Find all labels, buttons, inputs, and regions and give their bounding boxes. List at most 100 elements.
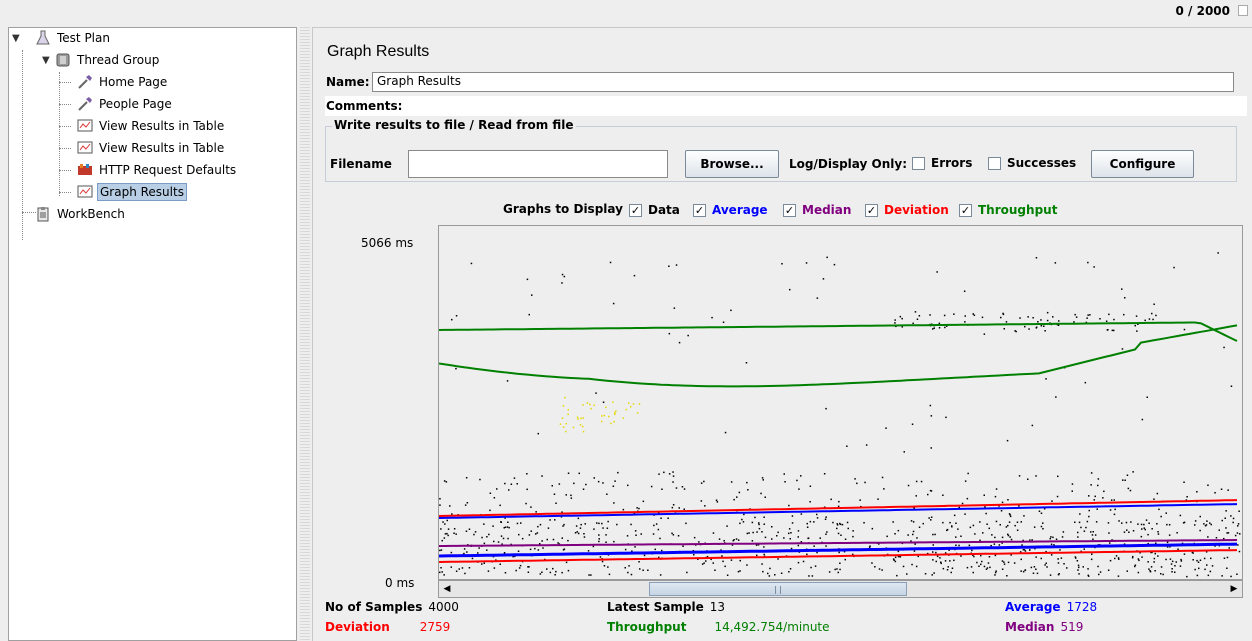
data-point <box>598 522 600 525</box>
data-point <box>961 502 964 505</box>
data-point <box>1001 536 1004 539</box>
data-point <box>1125 521 1128 524</box>
data-point <box>455 570 458 572</box>
stat-deviation: Deviation 2759 <box>325 620 450 634</box>
data-point <box>1074 313 1076 316</box>
data-point <box>946 529 948 532</box>
data-point <box>500 535 503 537</box>
data-point <box>1165 558 1167 561</box>
data-point <box>834 568 836 571</box>
data-point <box>1137 523 1139 525</box>
scroll-left-icon[interactable]: ◀ <box>440 582 454 596</box>
data-point <box>991 534 993 536</box>
name-field[interactable]: Graph Results <box>372 72 1234 92</box>
scroll-right-icon[interactable]: ▶ <box>1227 582 1241 596</box>
data-point <box>764 496 766 498</box>
filename-input[interactable] <box>408 150 668 178</box>
tree-item-home-page[interactable]: Home Page <box>77 72 169 92</box>
comments-field[interactable] <box>325 96 1247 116</box>
data-point <box>917 555 919 558</box>
tree-item-view-results-table-2[interactable]: View Results in Table <box>77 138 226 158</box>
data-point <box>911 423 914 425</box>
data-point <box>559 423 562 425</box>
successes-checkbox[interactable]: Successes <box>988 156 1076 170</box>
data-point <box>942 567 945 570</box>
throughput-checkbox[interactable]: ✓ Throughput <box>959 203 1057 217</box>
data-point <box>555 570 557 573</box>
test-plan-tree[interactable]: ▼ Test Plan ▼ Thread Group Home Page Peo… <box>8 27 297 641</box>
tree-item-thread-group[interactable]: Thread Group <box>55 50 161 70</box>
data-point <box>607 520 609 523</box>
data-point <box>877 498 879 500</box>
data-point <box>1174 571 1176 573</box>
data-checkbox[interactable]: ✓ Data <box>629 203 680 217</box>
stat-throughput-label: Throughput <box>607 620 687 634</box>
data-point <box>627 484 629 487</box>
graph-horizontal-scrollbar[interactable]: ◀ ▶ <box>438 580 1243 598</box>
tree-item-test-plan[interactable]: Test Plan <box>35 28 112 48</box>
tree-item-graph-results[interactable]: Graph Results <box>77 182 187 202</box>
data-point <box>1130 521 1132 523</box>
data-point <box>983 565 986 568</box>
stat-median-label: Median <box>1005 620 1055 634</box>
data-point <box>624 567 626 569</box>
data-point <box>615 410 617 412</box>
collapse-toggle-icon[interactable]: ▼ <box>12 33 22 44</box>
stat-samples-value: 4000 <box>428 600 459 614</box>
data-point <box>672 504 675 506</box>
data-point <box>881 476 884 479</box>
data-point <box>536 532 539 534</box>
data-point <box>825 533 827 535</box>
data-point <box>1225 510 1227 512</box>
configure-button[interactable]: Configure <box>1091 150 1194 178</box>
tree-item-view-results-table[interactable]: View Results in Table <box>77 116 226 136</box>
data-point <box>583 536 586 538</box>
data-point <box>1057 475 1059 478</box>
collapse-toggle-icon[interactable]: ▼ <box>42 55 52 66</box>
data-point <box>1091 534 1094 536</box>
browse-button[interactable]: Browse... <box>685 150 779 178</box>
data-point <box>968 544 971 547</box>
clipboard-icon <box>35 206 51 222</box>
tree-item-http-request-defaults[interactable]: HTTP Request Defaults <box>77 160 238 180</box>
data-point <box>1046 319 1049 322</box>
data-point <box>605 534 607 536</box>
data-point <box>746 481 748 484</box>
average-checkbox[interactable]: ✓ Average <box>693 203 768 217</box>
data-point <box>1132 471 1134 473</box>
errors-checkbox[interactable]: Errors <box>912 156 972 170</box>
data-point <box>1137 558 1140 560</box>
data-point <box>1024 569 1026 572</box>
data-point <box>468 528 471 530</box>
data-point <box>1092 531 1094 533</box>
median-checkbox[interactable]: ✓ Median <box>783 203 851 217</box>
split-pane-divider[interactable] <box>300 27 310 641</box>
data-point <box>1148 522 1150 524</box>
data-point <box>584 523 586 525</box>
data-point <box>1183 553 1186 555</box>
data-point <box>636 507 638 509</box>
data-point <box>681 486 684 488</box>
tree-item-label: Thread Group <box>77 53 160 67</box>
scroll-thumb[interactable] <box>649 582 907 596</box>
data-point <box>602 482 604 484</box>
data-point <box>1121 522 1123 524</box>
deviation-checkbox[interactable]: ✓ Deviation <box>865 203 949 217</box>
data-point <box>716 501 719 503</box>
data-point <box>1032 317 1034 319</box>
data-point <box>701 563 704 565</box>
data-point <box>659 574 662 576</box>
data-point <box>1123 313 1125 316</box>
data-point <box>736 496 738 498</box>
data-point <box>440 549 443 551</box>
tree-item-workbench[interactable]: WorkBench <box>35 204 127 224</box>
data-point <box>1077 536 1079 538</box>
data-point <box>630 523 632 526</box>
data-point <box>894 533 896 535</box>
tree-item-people-page[interactable]: People Page <box>77 94 174 114</box>
data-point <box>825 516 827 518</box>
data-point <box>1003 561 1005 563</box>
data-point <box>481 563 483 565</box>
data-point <box>800 513 803 515</box>
error-log-icon[interactable] <box>1238 5 1248 16</box>
